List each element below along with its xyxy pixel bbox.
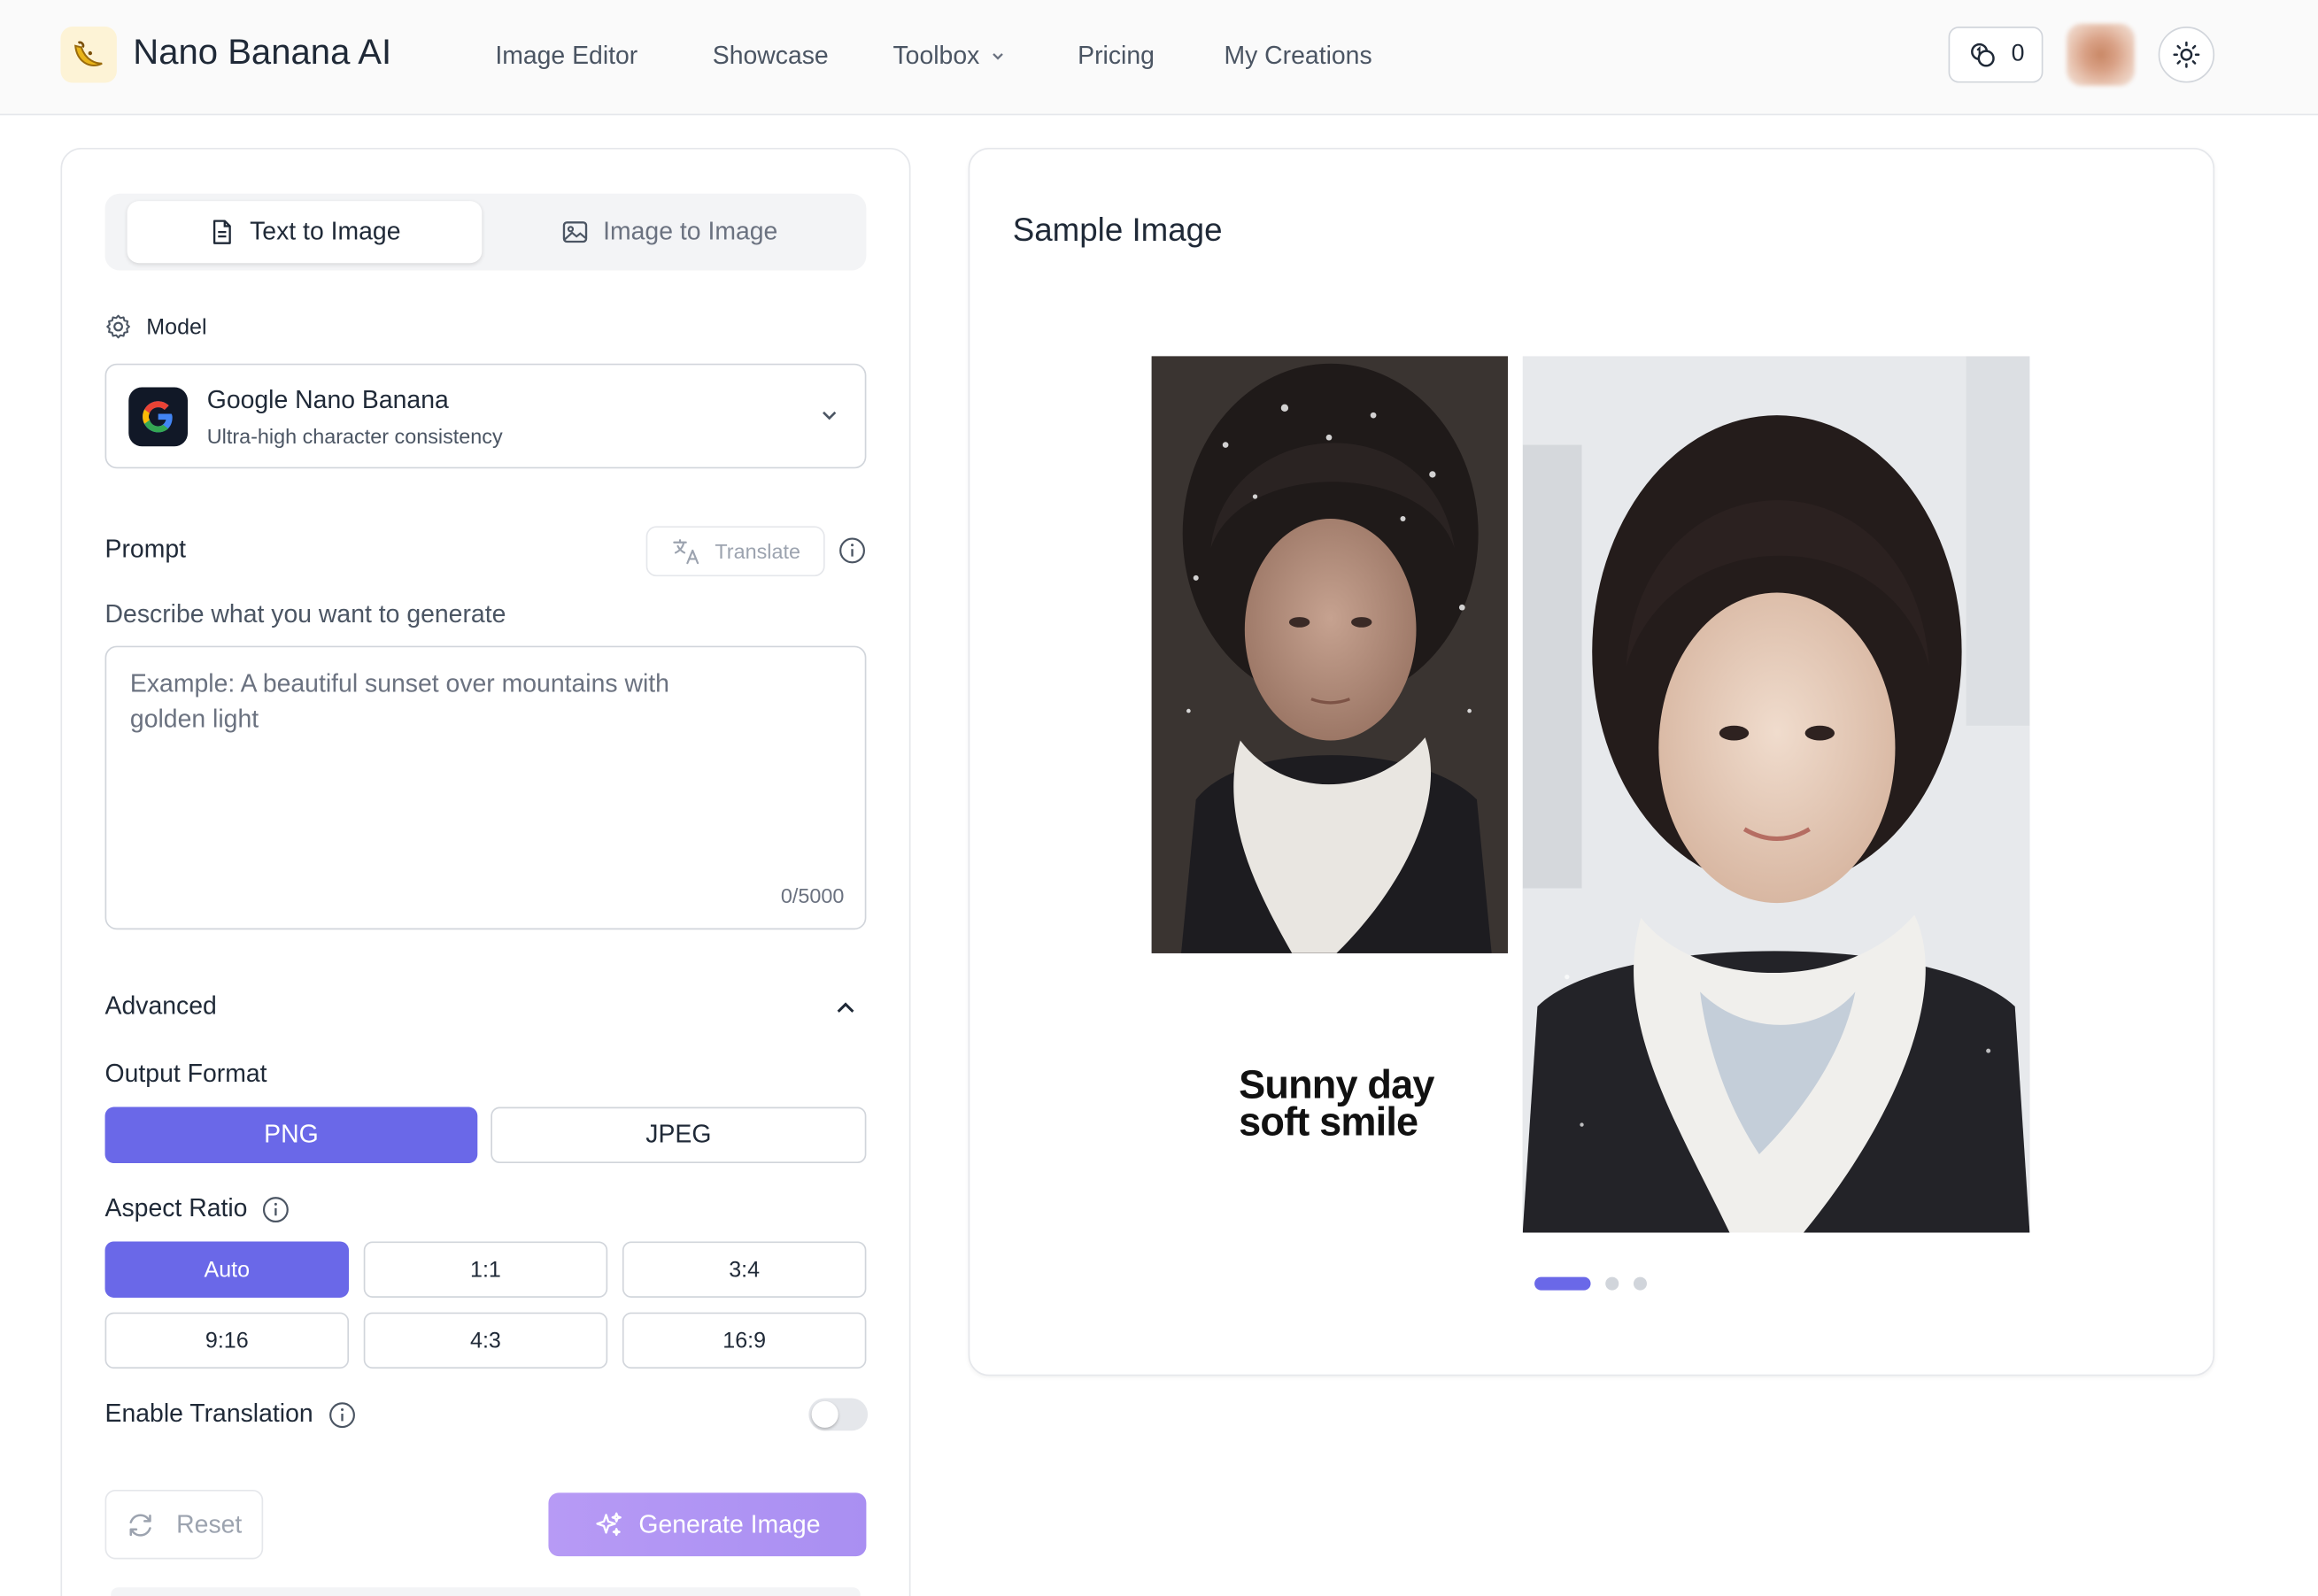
ratio-label: Auto <box>204 1257 251 1283</box>
translate-icon <box>672 539 699 565</box>
nav-label: Image Editor <box>495 41 638 70</box>
banana-icon[interactable] <box>60 27 117 83</box>
sample-caption: Sunny day soft smile <box>1239 1062 1490 1145</box>
translate-label: Translate <box>715 539 800 564</box>
refresh-icon <box>129 1513 152 1536</box>
prompt-hint: Describe what you want to generate <box>104 599 506 628</box>
model-select[interactable]: Google Nano Banana Ultra-high character … <box>104 363 867 469</box>
ratio-1-1-button[interactable]: 1:1 <box>363 1241 608 1298</box>
credits-button[interactable]: 0 <box>1948 27 2044 83</box>
top-header: Nano Banana AI Image Editor Showcase Too… <box>0 0 2318 116</box>
format-jpeg-button[interactable]: JPEG <box>491 1106 867 1164</box>
ratio-16-9-button[interactable]: 16:9 <box>622 1312 867 1369</box>
tab-label: Image to Image <box>603 217 778 246</box>
nav-showcase[interactable]: Showcase <box>713 42 829 71</box>
model-description: Ultra-high character consistency <box>206 424 503 448</box>
carousel-dot-1[interactable] <box>1534 1276 1591 1291</box>
chevron-down-icon <box>823 411 837 420</box>
document-icon <box>212 220 231 244</box>
reset-label: Reset <box>176 1509 243 1538</box>
ratio-label: 9:16 <box>205 1328 249 1353</box>
model-name: Google Nano Banana <box>206 385 449 414</box>
ratio-label: 3:4 <box>729 1257 761 1283</box>
reset-button[interactable]: Reset <box>104 1489 264 1560</box>
ratio-9-16-button[interactable]: 9:16 <box>104 1312 350 1369</box>
format-png-button[interactable]: PNG <box>104 1106 478 1164</box>
prompt-label: Prompt <box>104 535 187 564</box>
character-counter: 0/5000 <box>780 883 845 908</box>
credits-count: 0 <box>2011 41 2025 67</box>
brand-name[interactable]: Nano Banana AI <box>133 33 391 74</box>
info-icon[interactable] <box>262 1195 290 1223</box>
carousel-dot-2[interactable] <box>1605 1276 1619 1291</box>
nav-pricing[interactable]: Pricing <box>1078 42 1155 71</box>
enable-translation-toggle[interactable] <box>808 1398 869 1431</box>
info-icon[interactable] <box>328 1400 356 1429</box>
model-label-row: Model <box>105 313 207 340</box>
tab-text-to-image[interactable]: Text to Image <box>127 201 483 264</box>
google-logo <box>128 387 189 447</box>
chevron-up-icon[interactable] <box>832 995 859 1022</box>
nav-label: Toolbox <box>892 41 980 70</box>
ratio-label: 16:9 <box>722 1328 767 1353</box>
avatar[interactable] <box>2067 23 2135 86</box>
advanced-label: Advanced <box>104 991 217 1021</box>
ratio-auto-button[interactable]: Auto <box>104 1241 350 1298</box>
nav-my-creations[interactable]: My Creations <box>1224 42 1371 71</box>
tab-label: Text to Image <box>250 217 401 246</box>
caption-line: Sunny day <box>1239 1062 1434 1107</box>
tab-image-to-image[interactable]: Image to Image <box>492 201 847 263</box>
aspect-ratio-label-row: Aspect Ratio <box>105 1194 290 1223</box>
output-format-label: Output Format <box>104 1060 267 1088</box>
format-label: JPEG <box>645 1120 712 1149</box>
panel-bottom-strip <box>111 1587 861 1596</box>
nav-image-editor[interactable]: Image Editor <box>495 42 637 71</box>
enable-translation-row: Enable Translation <box>105 1399 357 1429</box>
nav-toolbox[interactable]: Toolbox <box>892 42 1006 71</box>
format-label: PNG <box>264 1120 319 1149</box>
nav-label: My Creations <box>1224 41 1372 70</box>
model-label: Model <box>146 313 207 340</box>
gear-icon <box>106 314 130 339</box>
nav-label: Pricing <box>1078 41 1155 70</box>
carousel-dot-3[interactable] <box>1633 1276 1647 1291</box>
sample-photo-after <box>1522 356 2030 1233</box>
info-icon[interactable] <box>838 536 867 565</box>
chevron-down-icon <box>992 53 1003 60</box>
sample-image-title: Sample Image <box>1012 211 1223 249</box>
mode-tabs: Text to Image Image to Image <box>104 193 867 271</box>
toggle-knob <box>811 1400 838 1428</box>
sun-icon <box>2173 41 2200 68</box>
theme-toggle-button[interactable] <box>2158 27 2215 83</box>
ratio-label: 4:3 <box>470 1328 501 1353</box>
prompt-input-container: 0/5000 <box>104 645 867 930</box>
enable-translation-label: Enable Translation <box>104 1399 313 1428</box>
sample-photo-before <box>1151 356 1509 953</box>
translate-button[interactable]: Translate <box>645 526 825 577</box>
nav-label: Showcase <box>712 41 829 70</box>
ratio-4-3-button[interactable]: 4:3 <box>363 1312 608 1369</box>
coins-icon <box>1970 42 1995 67</box>
image-icon <box>562 221 588 243</box>
ratio-3-4-button[interactable]: 3:4 <box>622 1241 867 1298</box>
generate-image-button[interactable]: Generate Image <box>548 1492 867 1557</box>
sparkles-icon <box>596 1511 622 1536</box>
caption-line: soft smile <box>1239 1099 1418 1145</box>
prompt-input[interactable] <box>127 663 754 877</box>
ratio-label: 1:1 <box>470 1257 501 1283</box>
generate-label: Generate Image <box>638 1509 821 1538</box>
aspect-ratio-label: Aspect Ratio <box>104 1194 248 1222</box>
